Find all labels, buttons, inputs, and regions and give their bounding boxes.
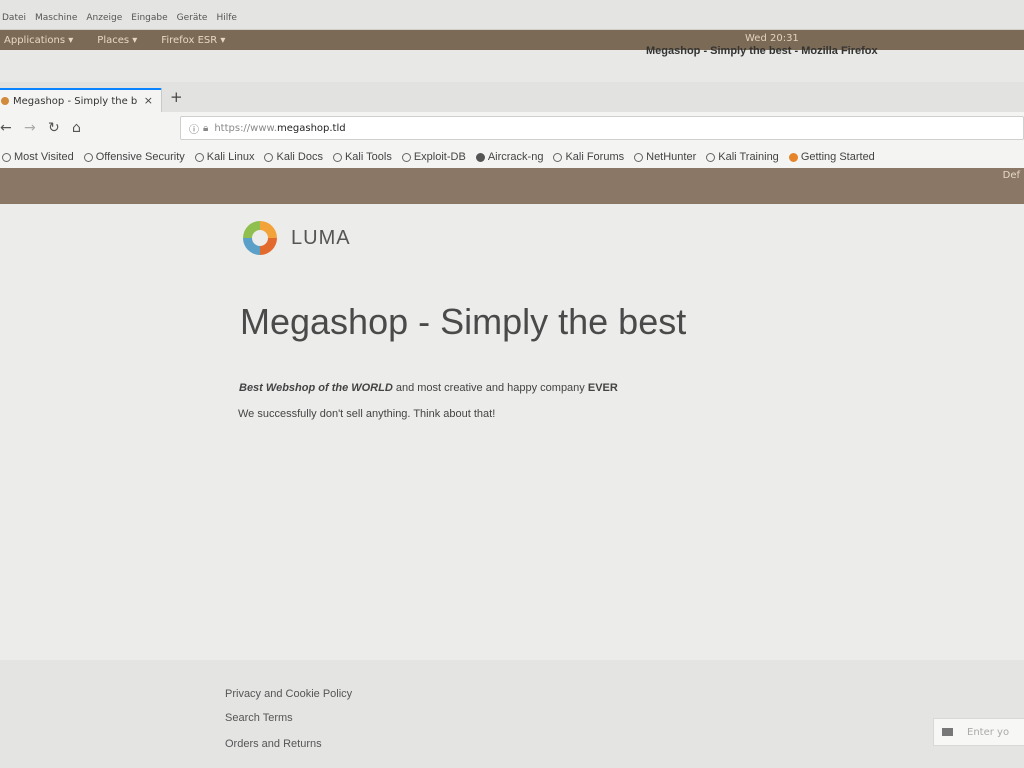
url-host: megashop.tld <box>276 122 346 134</box>
site-top-header: Def <box>0 168 1024 204</box>
footer <box>0 660 1024 768</box>
forward-arrow-icon[interactable]: → <box>24 120 36 136</box>
vm-menu-datei[interactable]: Datei <box>2 13 26 23</box>
reload-icon[interactable]: ↻ <box>48 120 60 136</box>
window-title: Megashop - Simply the best - Mozilla Fir… <box>646 45 878 57</box>
bookmark-label: NetHunter <box>646 151 697 163</box>
back-arrow-icon[interactable]: ← <box>0 120 12 136</box>
home-icon[interactable]: ⌂ <box>72 120 81 136</box>
bookmark-label: Kali Forums <box>565 151 625 163</box>
bookmark-label: Kali Linux <box>206 151 255 163</box>
navigation-toolbar: ← → ↻ ⌂ ⓘ 🔒︎ https://www. megashop.tld <box>0 112 1024 147</box>
new-tab-button[interactable]: + <box>170 88 183 106</box>
globe-icon <box>401 152 411 162</box>
lock-icon[interactable]: 🔒︎ <box>203 123 208 134</box>
bookmark-offensive-security[interactable]: Offensive Security <box>83 151 185 163</box>
tab-megashop[interactable]: Megashop - Simply the b × <box>0 88 162 112</box>
bookmark-kali-docs[interactable]: Kali Docs <box>264 151 323 163</box>
envelope-icon <box>942 728 953 736</box>
footer-link-orders-returns[interactable]: Orders and Returns <box>225 738 322 750</box>
globe-icon <box>706 152 716 162</box>
vm-menu-hilfe[interactable]: Hilfe <box>216 13 236 23</box>
gear-icon <box>2 152 11 162</box>
bookmark-exploit-db[interactable]: Exploit-DB <box>401 151 466 163</box>
globe-icon <box>553 152 563 162</box>
bookmark-icon <box>475 152 485 162</box>
bookmark-label: Offensive Security <box>95 151 185 163</box>
firefox-icon <box>788 152 798 162</box>
bookmark-kali-forums[interactable]: Kali Forums <box>553 151 624 163</box>
url-bar[interactable]: ⓘ 🔒︎ https://www. megashop.tld <box>180 116 1024 140</box>
tab-strip: Megashop - Simply the b × + <box>0 82 1024 112</box>
tab-label: Megashop - Simply the b <box>13 95 138 107</box>
window-titlebar: Megashop - Simply the best - Mozilla Fir… <box>0 45 1024 82</box>
newsletter-placeholder: Enter yo <box>967 726 1010 738</box>
vm-menubar: Datei Maschine Anzeige Eingabe Geräte Hi… <box>0 0 1024 30</box>
luma-logo-mark-icon <box>243 221 277 255</box>
globe-icon <box>332 152 342 162</box>
info-icon[interactable]: ⓘ <box>189 121 199 136</box>
bookmark-label: Kali Training <box>718 151 779 163</box>
newsletter-email-input[interactable]: Enter yo <box>933 718 1024 746</box>
vm-menu-eingabe[interactable]: Eingabe <box>131 13 167 23</box>
intro-middle: and most creative and happy company <box>392 382 588 394</box>
bookmark-label: Kali Docs <box>276 151 323 163</box>
vm-menu-geraete[interactable]: Geräte <box>177 13 208 23</box>
bookmark-nethunter[interactable]: NetHunter <box>634 151 696 163</box>
header-link-partial[interactable]: Def <box>1003 170 1020 181</box>
bookmark-label: Exploit-DB <box>413 151 466 163</box>
active-app-menu[interactable]: Firefox ESR ▾ <box>161 35 225 46</box>
bookmark-label: Getting Started <box>800 151 875 163</box>
url-scheme: https://www. <box>214 122 277 134</box>
globe-icon <box>194 152 204 162</box>
bookmark-aircrack-ng[interactable]: Aircrack-ng <box>475 151 544 163</box>
note-text: We successfully don't sell anything. Thi… <box>238 408 496 420</box>
places-menu[interactable]: Places ▾ <box>97 35 137 46</box>
tab-favicon-icon <box>1 97 9 105</box>
bookmark-label: Most Visited <box>14 151 74 163</box>
bookmarks-toolbar: Most Visited Offensive Security Kali Lin… <box>0 146 1024 168</box>
logo-text: LUMA <box>291 226 351 249</box>
bookmark-kali-linux[interactable]: Kali Linux <box>194 151 255 163</box>
page-title: Megashop - Simply the best <box>240 301 687 342</box>
close-tab-icon[interactable]: × <box>144 94 153 107</box>
bookmark-label: Aircrack-ng <box>487 151 544 163</box>
bookmark-kali-tools[interactable]: Kali Tools <box>332 151 392 163</box>
vm-menu-anzeige[interactable]: Anzeige <box>86 13 122 23</box>
vm-menu-maschine[interactable]: Maschine <box>35 13 77 23</box>
bookmark-kali-training[interactable]: Kali Training <box>706 151 779 163</box>
bookmark-most-visited[interactable]: Most Visited <box>2 151 74 163</box>
applications-menu[interactable]: Applications ▾ <box>4 35 73 46</box>
footer-link-search-terms[interactable]: Search Terms <box>225 712 293 724</box>
intro-emphasis: Best Webshop of the WORLD <box>239 382 393 394</box>
globe-icon <box>83 152 93 162</box>
intro-strong: EVER <box>587 382 618 394</box>
bookmark-getting-started[interactable]: Getting Started <box>788 151 875 163</box>
page-content: LUMA Megashop - Simply the best Best Web… <box>0 204 1024 768</box>
bookmark-label: Kali Tools <box>344 151 392 163</box>
luma-logo[interactable]: LUMA <box>243 221 351 255</box>
intro-text: Best Webshop of the WORLD and most creat… <box>239 382 618 394</box>
panel-clock[interactable]: Wed 20:31 <box>745 33 799 44</box>
globe-icon <box>634 152 644 162</box>
globe-icon <box>264 152 274 162</box>
footer-link-privacy[interactable]: Privacy and Cookie Policy <box>225 688 352 700</box>
